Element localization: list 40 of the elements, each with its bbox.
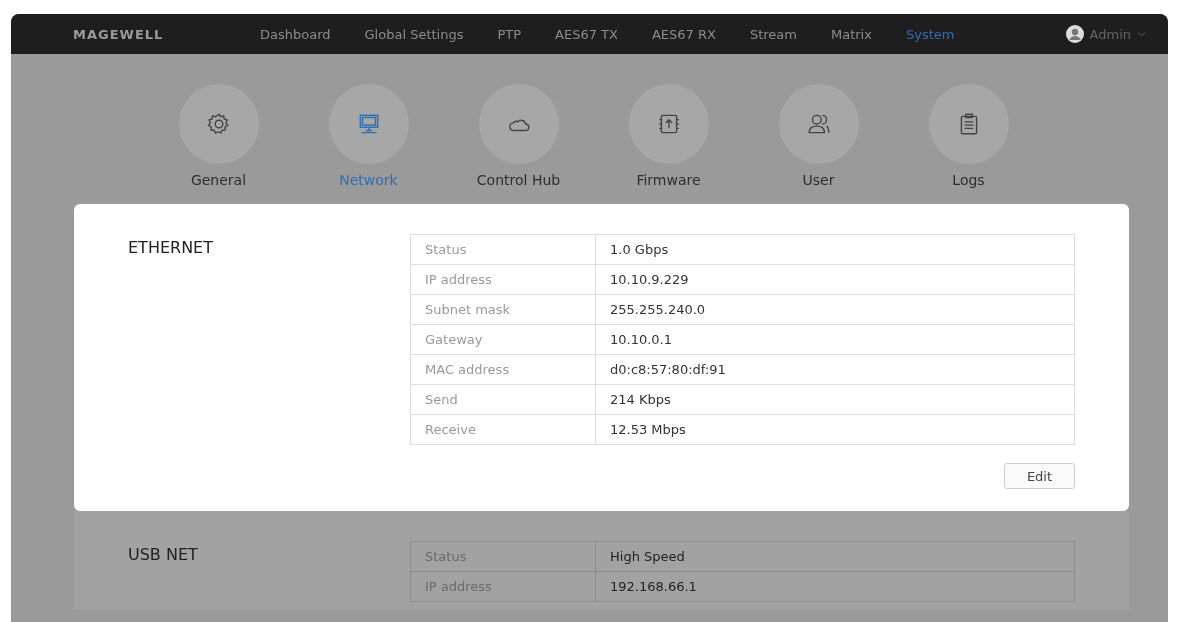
table-cell: 12.53 Mbps bbox=[595, 414, 1075, 445]
table-cell: 192.168.66.1 bbox=[595, 571, 1075, 602]
table-cell: 10.10.0.1 bbox=[595, 324, 1075, 355]
category-label: General bbox=[190, 172, 247, 188]
nav-tab[interactable]: System bbox=[888, 26, 972, 42]
table-cell: IP address bbox=[410, 264, 596, 295]
table-cell: High Speed bbox=[595, 541, 1075, 572]
category-label: Network bbox=[339, 172, 398, 188]
category-label: Logs bbox=[952, 172, 985, 188]
nav-tab[interactable]: AES67 RX bbox=[634, 26, 733, 42]
table-cell: Status bbox=[410, 234, 596, 265]
category-label: Control Hub bbox=[476, 172, 561, 188]
nav-tab[interactable]: Matrix bbox=[814, 26, 889, 42]
nav-tab[interactable]: AES67 TX bbox=[538, 26, 635, 42]
edit-button[interactable]: Edit bbox=[1004, 463, 1075, 489]
table-cell: Send bbox=[410, 384, 596, 415]
category-label: Firmware bbox=[636, 172, 701, 188]
nav-tab[interactable]: PTP bbox=[480, 26, 539, 42]
section-title: USB NET bbox=[128, 544, 199, 566]
table-cell: MAC address bbox=[410, 354, 596, 385]
category-label: User bbox=[802, 172, 835, 188]
avatar-icon bbox=[1065, 25, 1084, 43]
table-cell: IP address bbox=[410, 571, 596, 602]
logo: MAGEWELL bbox=[73, 26, 165, 42]
section-title: ETHERNET bbox=[128, 237, 214, 259]
table-cell: Subnet mask bbox=[410, 294, 596, 325]
user-menu[interactable]: Admin bbox=[1089, 26, 1131, 42]
table-cell: 214 Kbps bbox=[595, 384, 1075, 415]
table-cell: Status bbox=[410, 541, 596, 572]
table-cell: Receive bbox=[410, 414, 596, 445]
table-cell: d0:c8:57:80:df:91 bbox=[595, 354, 1075, 385]
nav-tab[interactable]: Stream bbox=[732, 26, 814, 42]
nav-tab[interactable]: Global Settings bbox=[347, 26, 481, 42]
table-cell: 255.255.240.0 bbox=[595, 294, 1075, 325]
nav-tab[interactable]: Dashboard bbox=[243, 26, 348, 42]
chevron-down-icon bbox=[1137, 31, 1146, 37]
table-cell: 10.10.9.229 bbox=[595, 264, 1075, 295]
table-cell: Gateway bbox=[410, 324, 596, 355]
gear-icon bbox=[205, 111, 232, 137]
table-cell: 1.0 Gbps bbox=[595, 234, 1075, 265]
